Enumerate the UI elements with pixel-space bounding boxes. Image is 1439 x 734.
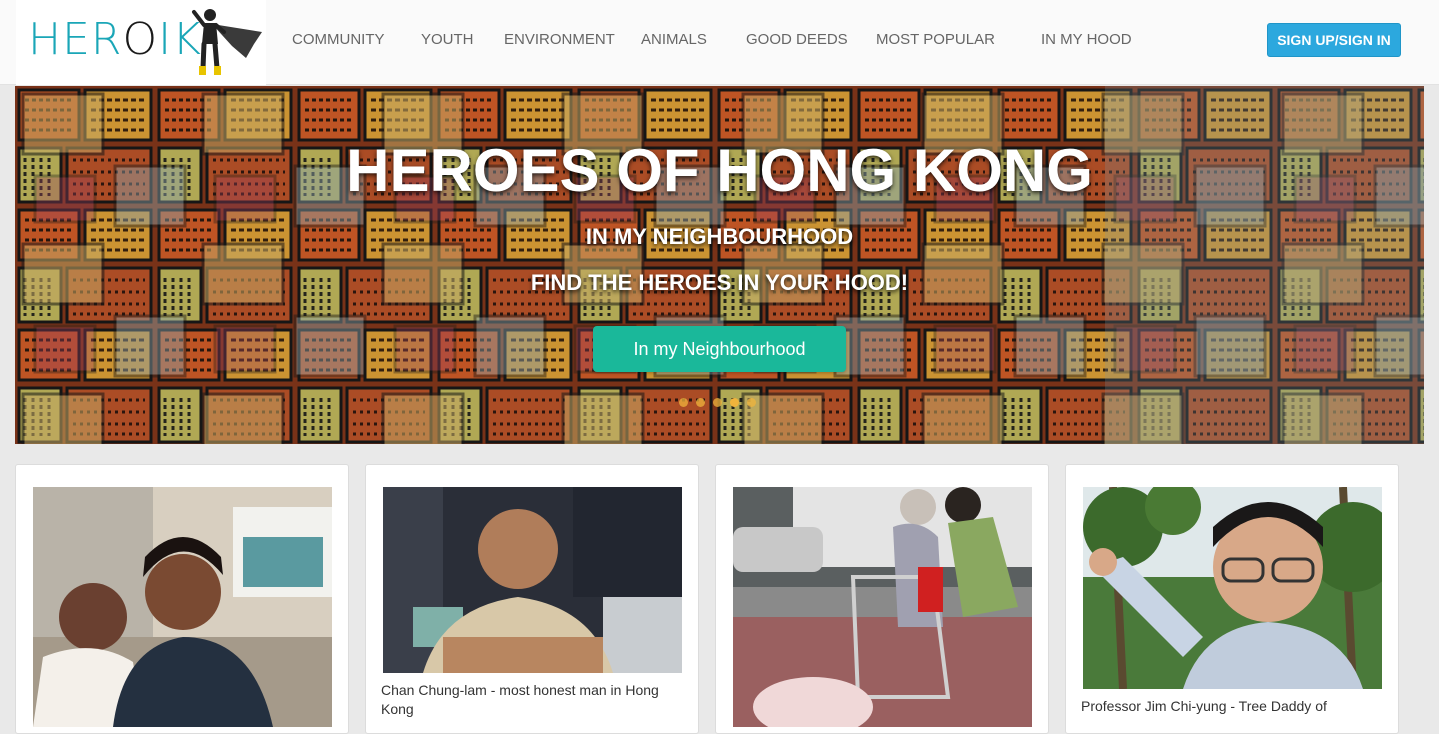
card-caption[interactable]: Chan Chung-lam - most honest man in Hong…	[381, 681, 671, 719]
hero-card[interactable]: Chan Chung-lam - most honest man in Hong…	[365, 464, 699, 734]
card-caption[interactable]: Professor Jim Chi-yung - Tree Daddy of	[1081, 697, 1371, 716]
in-my-neighbourhood-button[interactable]: In my Neighbourhood	[593, 326, 846, 372]
card-photo	[33, 487, 332, 727]
nav-community[interactable]: COMMUNITY	[292, 31, 385, 49]
logo[interactable]: HEROIK	[16, 0, 266, 85]
site-header: HEROIK COMMUNITY YOUTH ENVIRONMENT ANIMA…	[0, 0, 1439, 85]
carousel-dot[interactable]	[713, 398, 722, 407]
carousel-dot[interactable]	[679, 398, 688, 407]
hero-card[interactable]	[15, 464, 349, 734]
hero-tagline: FIND THE HEROES IN YOUR HOOD!	[530, 270, 909, 295]
logo-wordmark: HEROIK	[28, 14, 202, 65]
card-photo	[383, 487, 682, 673]
superhero-icon	[192, 9, 262, 75]
card-photo	[733, 487, 1032, 727]
nav-in-my-hood[interactable]: IN MY HOOD	[1041, 31, 1132, 49]
nav-most-popular[interactable]: MOST POPULAR	[876, 31, 995, 49]
nav-environment[interactable]: ENVIRONMENT	[504, 31, 615, 49]
carousel-dot[interactable]	[696, 398, 705, 407]
carousel-dot-active[interactable]	[730, 398, 739, 407]
hero-title: HEROES OF HONG KONG	[346, 137, 1093, 204]
card-photo	[1083, 487, 1382, 689]
signup-signin-button[interactable]: SIGN UP/SIGN IN	[1267, 23, 1401, 57]
hero-card[interactable]: Professor Jim Chi-yung - Tree Daddy of	[1065, 464, 1399, 734]
hero-banner: HEROES OF HONG KONG IN MY NEIGHBOURHOOD …	[15, 86, 1424, 444]
nav-youth[interactable]: YOUTH	[421, 31, 474, 49]
hero-card[interactable]	[715, 464, 1049, 734]
nav-animals[interactable]: ANIMALS	[641, 31, 707, 49]
carousel-dot[interactable]	[747, 398, 756, 407]
nav-good-deeds[interactable]: GOOD DEEDS	[746, 31, 848, 49]
hero-subtitle: IN MY NEIGHBOURHOOD	[585, 224, 854, 249]
